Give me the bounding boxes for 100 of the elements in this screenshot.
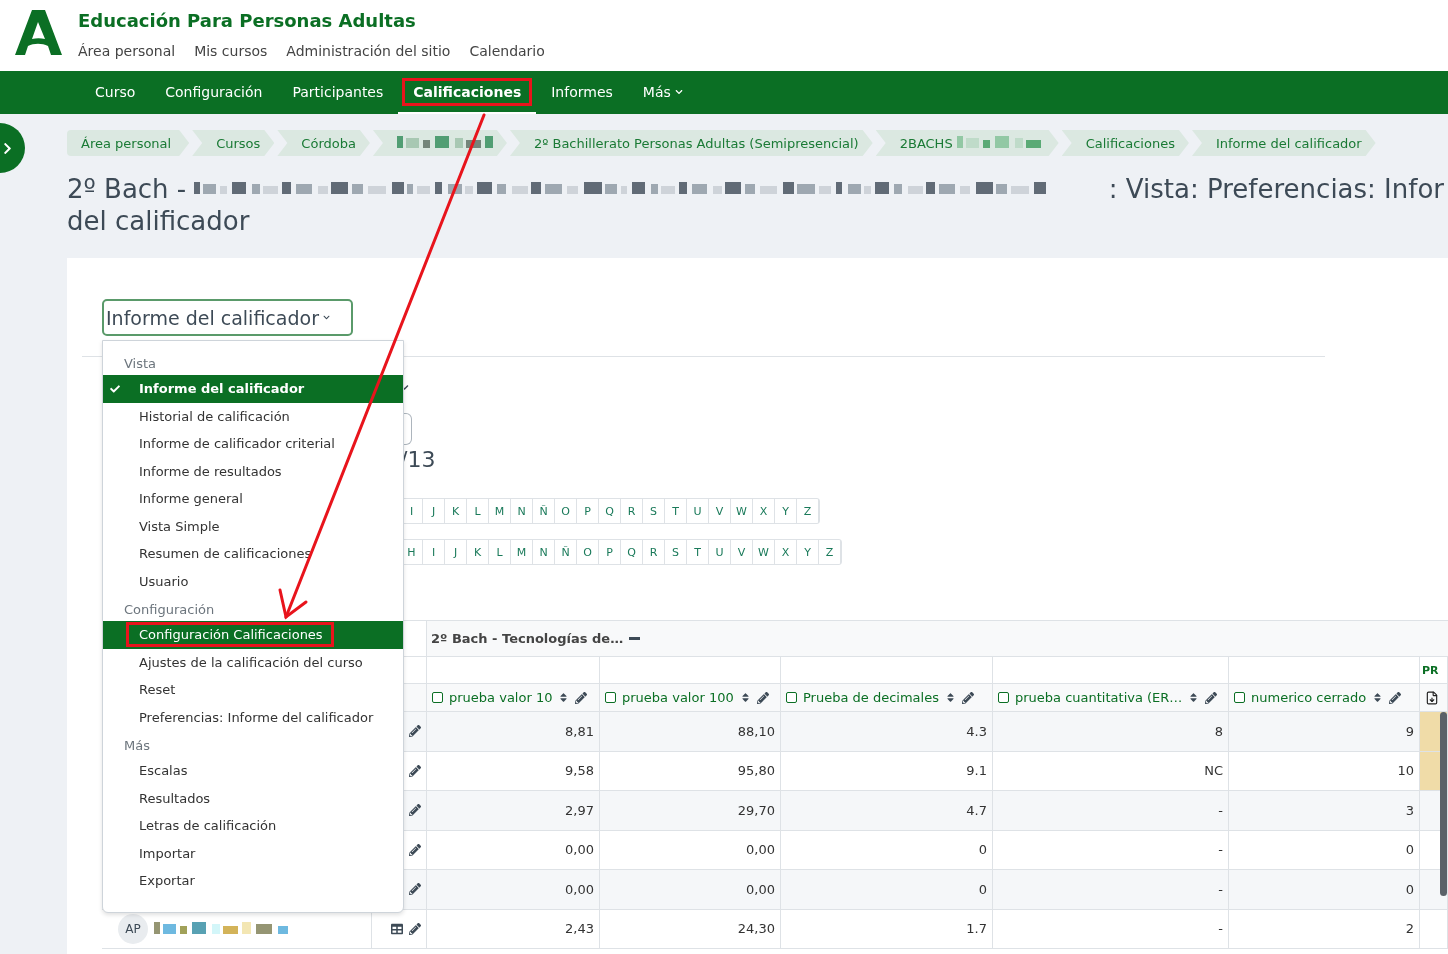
initial-filter-link[interactable]: K xyxy=(445,499,467,523)
nav-link[interactable]: Área personal xyxy=(78,43,176,59)
course-tab[interactable]: Informes xyxy=(536,71,628,114)
initial-filter-link[interactable]: O xyxy=(555,499,577,523)
initial-filter-link[interactable]: K xyxy=(467,540,489,564)
breadcrumb-item[interactable]: Calificaciones xyxy=(1061,130,1189,156)
initial-filter-link[interactable]: J xyxy=(423,499,445,523)
menu-item[interactable]: Informe de calificador criterial xyxy=(103,430,403,458)
column-header[interactable]: prueba cuantitativa (ER… xyxy=(1015,690,1183,705)
menu-item[interactable]: Resultados xyxy=(103,784,403,812)
initial-filter-link[interactable]: N xyxy=(511,499,533,523)
initial-filter-link[interactable]: U xyxy=(687,499,709,523)
nav-link[interactable]: Mis cursos xyxy=(194,43,268,59)
checkbox[interactable] xyxy=(432,692,443,703)
initial-filter-link[interactable]: W xyxy=(731,499,753,523)
pencil-icon[interactable] xyxy=(409,804,421,817)
menu-item[interactable]: Informe de resultados xyxy=(103,457,403,485)
initial-filter-link[interactable]: X xyxy=(753,499,775,523)
sort-icon[interactable] xyxy=(1188,692,1200,703)
course-tab[interactable]: Participantes xyxy=(277,71,399,114)
initial-filter-link[interactable]: Q xyxy=(599,499,621,523)
initial-filter-link[interactable]: V xyxy=(731,540,753,564)
pencil-icon[interactable] xyxy=(409,725,421,738)
initial-filter-link[interactable]: Y xyxy=(775,499,797,523)
initial-filter-link[interactable]: L xyxy=(467,499,489,523)
menu-item[interactable]: Vista Simple xyxy=(103,512,403,540)
pencil-icon[interactable] xyxy=(961,691,974,704)
initial-filter-link[interactable]: L xyxy=(489,540,511,564)
pencil-icon[interactable] xyxy=(1205,691,1218,704)
initial-filter-link[interactable]: R xyxy=(621,499,643,523)
initial-filter-link[interactable]: Q xyxy=(621,540,643,564)
initial-filter-link[interactable]: X xyxy=(775,540,797,564)
pencil-icon[interactable] xyxy=(575,691,588,704)
collapse-icon[interactable] xyxy=(629,637,641,640)
initial-filter-link[interactable]: P xyxy=(599,540,621,564)
menu-item[interactable]: Ajustes de la calificación del curso xyxy=(103,648,403,676)
menu-item[interactable]: Historial de calificación xyxy=(103,402,403,430)
pencil-icon[interactable] xyxy=(409,764,421,777)
menu-item[interactable]: Informe general xyxy=(103,485,403,513)
initial-filter-link[interactable]: O xyxy=(577,540,599,564)
course-tab[interactable]: Curso xyxy=(80,71,151,114)
initial-filter-link[interactable]: Z xyxy=(819,540,841,564)
column-header[interactable]: prueba valor 10 xyxy=(449,690,553,705)
column-header[interactable]: numerico cerrado xyxy=(1251,690,1367,705)
initial-filter-link[interactable]: P xyxy=(577,499,599,523)
initial-filter-link[interactable]: T xyxy=(687,540,709,564)
checkbox[interactable] xyxy=(998,692,1009,703)
initial-filter-link[interactable]: Ñ xyxy=(533,499,555,523)
initial-filter-link[interactable]: V xyxy=(709,499,731,523)
menu-item[interactable]: Importar xyxy=(103,839,403,867)
column-header[interactable]: prueba valor 100 xyxy=(622,690,734,705)
pencil-icon[interactable] xyxy=(409,843,421,856)
menu-item[interactable]: Usuario xyxy=(103,567,403,595)
initial-filter-link[interactable]: S xyxy=(643,499,665,523)
breadcrumb-item[interactable]: Informe del calificador xyxy=(1191,130,1376,156)
sort-icon[interactable] xyxy=(944,692,956,703)
initial-filter-link[interactable]: T xyxy=(665,499,687,523)
pencil-icon[interactable] xyxy=(409,883,421,896)
initial-filter-link[interactable]: U xyxy=(709,540,731,564)
breadcrumb-item[interactable]: 2BACHS xyxy=(875,130,1059,156)
scrollbar[interactable] xyxy=(1440,712,1447,896)
checkbox[interactable] xyxy=(786,692,797,703)
initial-filter-link[interactable]: N xyxy=(533,540,555,564)
breadcrumb-item[interactable]: 2º Bachillerato Personas Adultas (Semipresencial) xyxy=(509,130,873,156)
checkbox[interactable] xyxy=(605,692,616,703)
initial-filter-link[interactable]: Ñ xyxy=(555,540,577,564)
pencil-icon[interactable] xyxy=(756,691,769,704)
initial-filter-link[interactable]: Z xyxy=(797,499,819,523)
menu-item[interactable]: Reset xyxy=(103,676,403,704)
initial-filter-link[interactable]: Y xyxy=(797,540,819,564)
breadcrumb-item[interactable]: Área personal xyxy=(67,130,190,156)
file-icon[interactable] xyxy=(1425,690,1439,705)
initial-filter-link[interactable]: R xyxy=(643,540,665,564)
initial-filter-link[interactable]: M xyxy=(489,499,511,523)
menu-item[interactable]: Informe del calificador xyxy=(103,375,403,403)
nav-link[interactable]: Administración del sitio xyxy=(286,43,451,59)
course-tab[interactable]: Configuración xyxy=(150,71,278,114)
breadcrumb-item[interactable]: Cursos xyxy=(192,130,275,156)
initial-filter-link[interactable]: I xyxy=(423,540,445,564)
menu-item[interactable]: Configuración Calificaciones xyxy=(103,621,403,649)
column-header[interactable]: Prueba de decimales xyxy=(803,690,939,705)
menu-item[interactable]: Preferencias: Informe del calificador xyxy=(103,703,403,731)
course-tab[interactable]: Más xyxy=(627,71,697,114)
column-header[interactable]: PR xyxy=(1422,663,1439,677)
initial-filter-link[interactable]: M xyxy=(511,540,533,564)
breadcrumb-item[interactable]: Córdoba xyxy=(277,130,370,156)
checkbox[interactable] xyxy=(1234,692,1245,703)
menu-item[interactable]: Exportar xyxy=(103,867,403,895)
menu-item[interactable]: Letras de calificación xyxy=(103,812,403,840)
pencil-icon[interactable] xyxy=(409,922,421,935)
report-select[interactable]: Informe del calificador xyxy=(102,299,353,336)
initial-filter-link[interactable]: J xyxy=(445,540,467,564)
nav-link[interactable]: Calendario xyxy=(469,43,545,59)
menu-item[interactable]: Escalas xyxy=(103,757,403,785)
sort-icon[interactable] xyxy=(558,692,570,703)
table-icon[interactable] xyxy=(391,922,403,935)
sort-icon[interactable] xyxy=(739,692,751,703)
pencil-icon[interactable] xyxy=(1389,691,1402,704)
initial-filter-link[interactable]: S xyxy=(665,540,687,564)
initial-filter-link[interactable]: W xyxy=(753,540,775,564)
